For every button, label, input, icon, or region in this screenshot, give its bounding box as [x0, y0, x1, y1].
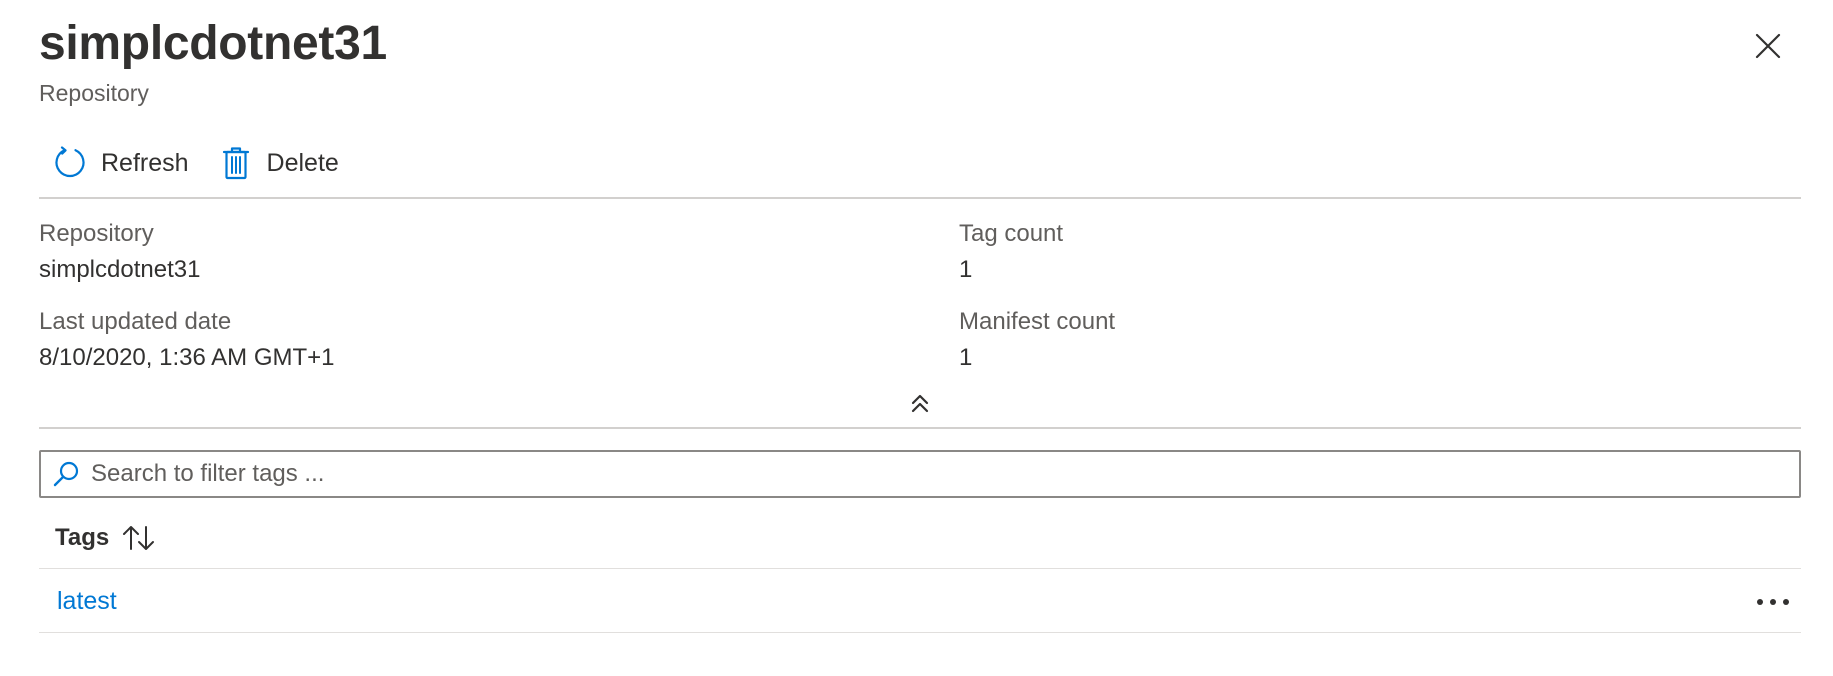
essential-value: simplcdotnet31: [39, 256, 201, 283]
essentials-divider: [39, 427, 1801, 429]
trash-icon: [219, 146, 253, 180]
essential-tag-count: Tag count 1: [959, 218, 1063, 286]
essential-repository: Repository simplcdotnet31: [39, 218, 200, 286]
delete-label: Delete: [266, 148, 339, 177]
table-row: latest: [39, 571, 1801, 633]
repository-panel: simplcdotnet31 Repository Refresh Delete…: [39, 0, 1801, 676]
tags-grid-header: Tags: [39, 508, 1801, 569]
command-bar: Refresh Delete: [39, 138, 355, 188]
page-subtitle: Repository: [39, 80, 149, 106]
page-title: simplcdotnet31: [39, 17, 387, 70]
essential-last-updated: Last updated date 8/10/2020, 1:36 AM GMT…: [39, 306, 335, 374]
more-button[interactable]: [1753, 587, 1793, 617]
essential-label: Manifest count: [959, 308, 1116, 335]
essential-label: Repository: [39, 220, 154, 247]
column-header-label: Tags: [55, 524, 110, 551]
collapse-essentials-button[interactable]: [907, 390, 933, 416]
essential-label: Tag count: [959, 220, 1064, 247]
essential-manifest-count: Manifest count 1: [959, 306, 1115, 374]
search-input[interactable]: [91, 460, 1771, 488]
delete-button[interactable]: Delete: [205, 138, 355, 188]
refresh-label: Refresh: [101, 148, 189, 177]
close-icon: [1755, 33, 1781, 59]
essential-value: 1: [959, 256, 973, 283]
refresh-button[interactable]: Refresh: [39, 138, 205, 188]
more-icon: [1757, 598, 1789, 605]
chevron-double-up-icon: [911, 394, 929, 413]
column-header-tags[interactable]: Tags: [55, 523, 157, 553]
essential-value: 8/10/2020, 1:36 AM GMT+1: [39, 344, 335, 371]
tag-search-box[interactable]: [39, 450, 1801, 498]
close-button[interactable]: [1748, 26, 1788, 66]
essential-label: Last updated date: [39, 308, 232, 335]
sort-icon: [121, 523, 157, 553]
toolbar-divider: [39, 197, 1801, 199]
essential-value: 1: [959, 344, 973, 371]
tag-link[interactable]: latest: [57, 587, 117, 616]
refresh-icon: [53, 146, 87, 180]
search-icon: [51, 459, 81, 489]
